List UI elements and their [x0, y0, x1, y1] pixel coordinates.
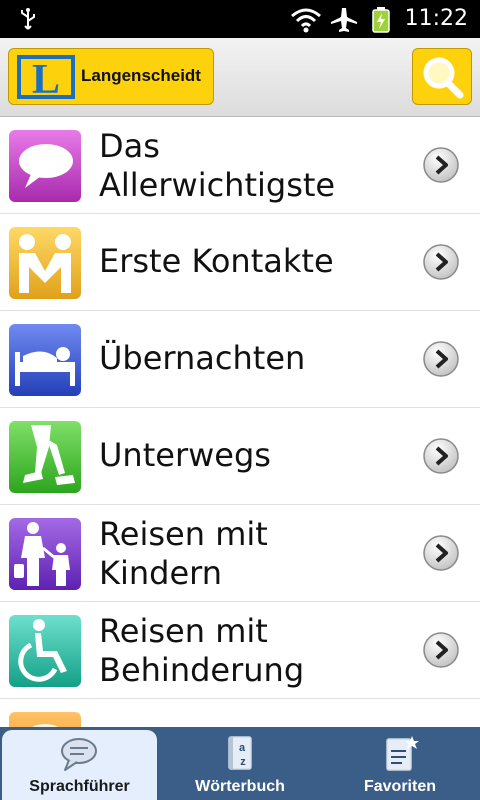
tab-label: Sprachführer	[29, 778, 130, 795]
chevron-right-icon	[423, 438, 459, 474]
favorites-star-icon	[386, 736, 419, 771]
chevron-right-icon	[423, 341, 459, 377]
category-row-reisen-mit-kindern[interactable]: Reisen mit Kindern	[0, 505, 480, 602]
handshake-icon	[9, 227, 81, 299]
bed-icon	[9, 324, 81, 396]
search-button[interactable]	[412, 48, 472, 105]
logo-wordmark: Langenscheidt	[81, 66, 201, 85]
category-row-erste-kontakte[interactable]: Erste Kontakte	[0, 214, 480, 311]
category-label-line1: Übernachten	[99, 339, 306, 377]
parent-child-icon	[9, 518, 81, 590]
wheelchair-icon	[9, 615, 81, 687]
category-label-line1: Das	[99, 127, 160, 165]
category-label-line1: Reisen mit	[99, 612, 268, 650]
category-row-partial[interactable]	[0, 699, 480, 727]
chat-bubbles-icon	[61, 738, 97, 771]
chevron-right-icon	[423, 147, 459, 183]
category-row-unterwegs[interactable]: Unterwegs	[0, 408, 480, 505]
status-bar: 11:22	[0, 0, 480, 38]
svg-text:L: L	[32, 57, 60, 99]
category-label-line2: Kindern	[99, 554, 223, 592]
category-label-line1: Unterwegs	[99, 436, 271, 474]
category-row-reisen-mit-behinderung[interactable]: Reisen mit Behinderung	[0, 602, 480, 699]
category-row-das-allerwichtigste[interactable]: Das Allerwichtigste	[0, 117, 480, 214]
category-label-line2: Allerwichtigste	[99, 166, 336, 204]
battery-charging-icon	[372, 7, 390, 33]
bottom-tab-bar: Sprachführer a z Wörterbuch Favoriten	[0, 727, 480, 800]
tab-sprachfuehrer[interactable]: Sprachführer	[2, 730, 157, 800]
walking-legs-icon	[9, 421, 81, 493]
search-icon	[423, 57, 464, 99]
category-label-line1: Erste Kontakte	[99, 242, 334, 280]
tab-label: Favoriten	[363, 778, 436, 795]
category-list: Das Allerwichtigste Erste Kontakte Übern…	[0, 117, 480, 727]
airplane-mode-icon	[331, 8, 357, 32]
category-label-line1: Reisen mit	[99, 515, 268, 553]
tab-label: Wörterbuch	[195, 778, 285, 795]
langenscheidt-logo-button[interactable]: L Langenscheidt	[8, 48, 214, 105]
langenscheidt-logo-icon: L	[17, 55, 75, 99]
chevron-right-icon	[423, 632, 459, 668]
svg-text:a: a	[239, 742, 246, 754]
dictionary-az-icon: a z	[228, 736, 252, 770]
category-label-line2: Behinderung	[99, 651, 305, 689]
svg-text:z: z	[240, 756, 246, 768]
partial-category-icon	[9, 712, 81, 727]
chevron-right-icon	[423, 244, 459, 280]
status-time: 11:22	[404, 6, 468, 31]
app-header: L Langenscheidt	[0, 38, 480, 117]
usb-icon	[21, 8, 35, 30]
tab-favoriten[interactable]: Favoriten	[320, 727, 480, 800]
wifi-icon	[291, 8, 321, 33]
speech-bubble-icon	[9, 130, 81, 202]
tab-woerterbuch[interactable]: a z Wörterbuch	[160, 727, 320, 800]
chevron-right-icon	[423, 535, 459, 571]
category-row-uebernachten[interactable]: Übernachten	[0, 311, 480, 408]
